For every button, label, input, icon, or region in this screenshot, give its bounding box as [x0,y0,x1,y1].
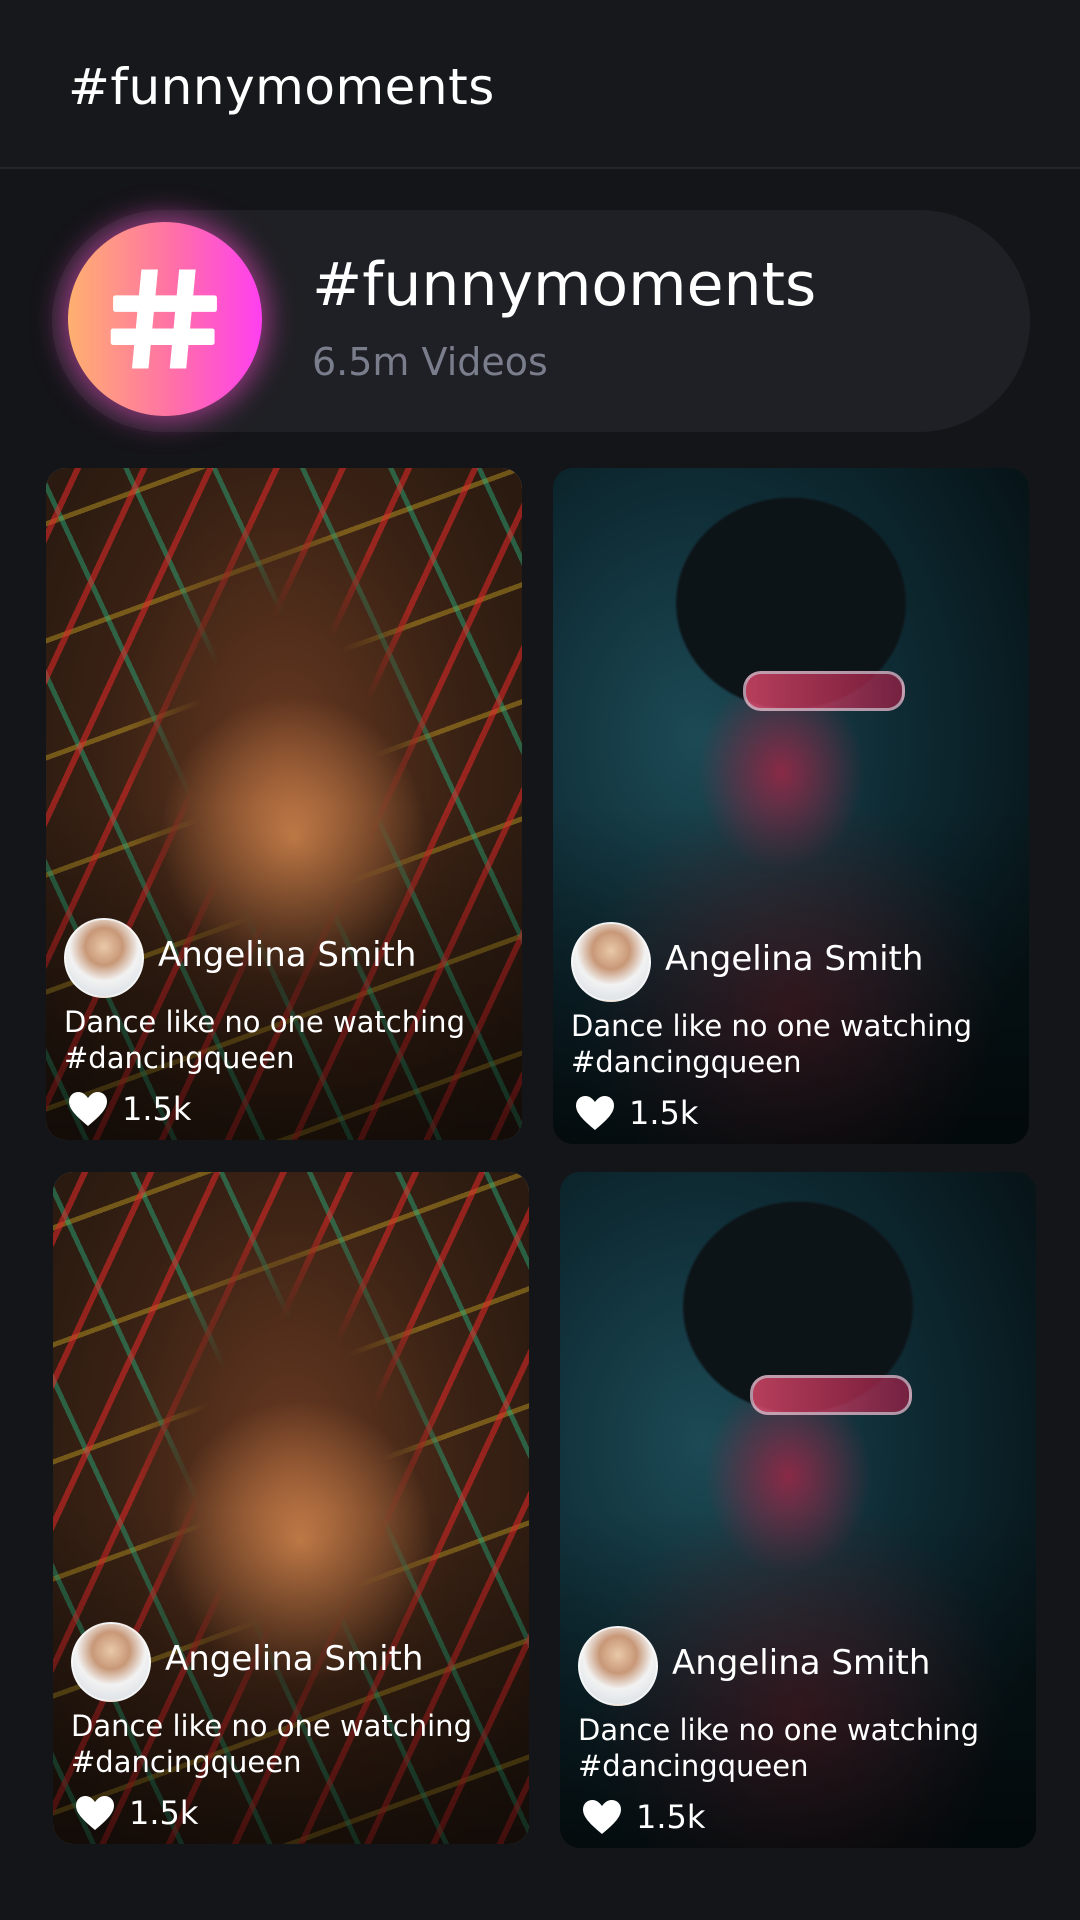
header-bar: #funnymoments [0,0,1080,169]
page-title: #funnymoments [68,58,495,116]
heart-icon[interactable] [575,1095,615,1131]
heart-icon[interactable] [75,1795,115,1831]
username[interactable]: Angelina Smith [158,935,416,975]
avatar[interactable] [64,918,144,998]
avatar[interactable] [71,1622,151,1702]
likes[interactable]: 1.5k [582,1796,705,1838]
username[interactable]: Angelina Smith [665,939,923,979]
hashtag-video-count: 6.5m Videos [312,340,548,384]
video-caption: Dance like no one watching #dancingqueen [64,1005,465,1075]
likes[interactable]: 1.5k [68,1088,191,1130]
heart-icon[interactable] [582,1799,622,1835]
video-caption: Dance like no one watching #dancingqueen [571,1009,972,1079]
username[interactable]: Angelina Smith [165,1639,423,1679]
username[interactable]: Angelina Smith [672,1643,930,1683]
hashtag-name: #funnymoments [312,250,817,320]
avatar[interactable] [571,922,651,1002]
hashtag-icon [68,222,262,416]
heart-icon[interactable] [68,1091,108,1127]
video-caption: Dance like no one watching #dancingqueen [71,1709,472,1779]
video-card[interactable]: Angelina Smith Dance like no one watchin… [46,468,522,1140]
likes[interactable]: 1.5k [75,1792,198,1834]
video-card[interactable]: Angelina Smith Dance like no one watchin… [560,1172,1036,1848]
video-caption: Dance like no one watching #dancingqueen [578,1713,979,1783]
video-card[interactable]: Angelina Smith Dance like no one watchin… [53,1172,529,1844]
likes-count: 1.5k [129,1794,199,1832]
video-card[interactable]: Angelina Smith Dance like no one watchin… [553,468,1029,1144]
likes-count: 1.5k [122,1090,192,1128]
likes[interactable]: 1.5k [575,1092,698,1134]
avatar[interactable] [578,1626,658,1706]
app-screen: #funnymoments #funnymoments 6.5m Videos … [0,0,1080,1920]
likes-count: 1.5k [636,1798,706,1836]
likes-count: 1.5k [629,1094,699,1132]
